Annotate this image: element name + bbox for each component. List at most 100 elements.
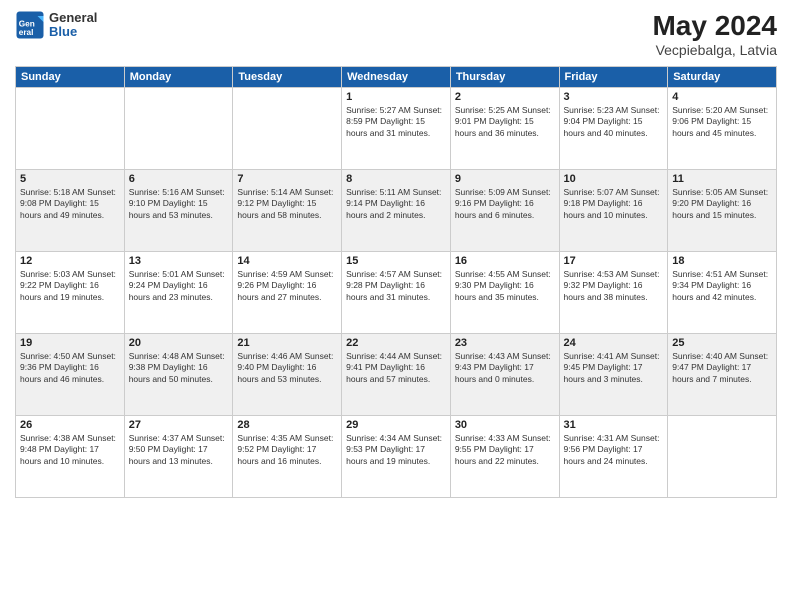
col-saturday: Saturday [668, 67, 777, 88]
day-number: 20 [129, 337, 229, 349]
calendar-cell: 23 Sunrise: 4:43 AM Sunset: 9:43 PM Dayli… [450, 334, 559, 416]
day-number: 16 [455, 255, 555, 267]
calendar-cell: 31 Sunrise: 4:31 AM Sunset: 9:56 PM Dayli… [559, 416, 668, 498]
day-detail: Sunrise: 4:59 AM Sunset: 9:26 PM Dayligh… [237, 269, 337, 303]
day-detail: Sunrise: 4:35 AM Sunset: 9:52 PM Dayligh… [237, 433, 337, 467]
calendar-cell: 11 Sunrise: 5:05 AM Sunset: 9:20 PM Dayli… [668, 170, 777, 252]
day-detail: Sunrise: 5:25 AM Sunset: 9:01 PM Dayligh… [455, 105, 555, 139]
day-detail: Sunrise: 5:18 AM Sunset: 9:08 PM Dayligh… [20, 187, 120, 221]
calendar-cell: 9 Sunrise: 5:09 AM Sunset: 9:16 PM Daylig… [450, 170, 559, 252]
calendar-week-0: 1 Sunrise: 5:27 AM Sunset: 8:59 PM Daylig… [16, 88, 777, 170]
day-number: 31 [564, 419, 664, 431]
title-location: Vecpiebalga, Latvia [652, 42, 777, 58]
day-number: 19 [20, 337, 120, 349]
day-detail: Sunrise: 5:16 AM Sunset: 9:10 PM Dayligh… [129, 187, 229, 221]
calendar-cell: 8 Sunrise: 5:11 AM Sunset: 9:14 PM Daylig… [342, 170, 451, 252]
day-detail: Sunrise: 4:38 AM Sunset: 9:48 PM Dayligh… [20, 433, 120, 467]
calendar-cell: 1 Sunrise: 5:27 AM Sunset: 8:59 PM Daylig… [342, 88, 451, 170]
calendar-cell: 5 Sunrise: 5:18 AM Sunset: 9:08 PM Daylig… [16, 170, 125, 252]
day-detail: Sunrise: 4:43 AM Sunset: 9:43 PM Dayligh… [455, 351, 555, 385]
calendar-cell: 22 Sunrise: 4:44 AM Sunset: 9:41 PM Dayli… [342, 334, 451, 416]
day-detail: Sunrise: 4:53 AM Sunset: 9:32 PM Dayligh… [564, 269, 664, 303]
logo: Gen eral General Blue [15, 10, 97, 40]
day-detail: Sunrise: 5:27 AM Sunset: 8:59 PM Dayligh… [346, 105, 446, 139]
col-wednesday: Wednesday [342, 67, 451, 88]
day-detail: Sunrise: 4:57 AM Sunset: 9:28 PM Dayligh… [346, 269, 446, 303]
day-detail: Sunrise: 5:03 AM Sunset: 9:22 PM Dayligh… [20, 269, 120, 303]
calendar-cell: 30 Sunrise: 4:33 AM Sunset: 9:55 PM Dayli… [450, 416, 559, 498]
day-detail: Sunrise: 4:34 AM Sunset: 9:53 PM Dayligh… [346, 433, 446, 467]
calendar-cell: 26 Sunrise: 4:38 AM Sunset: 9:48 PM Dayli… [16, 416, 125, 498]
day-detail: Sunrise: 5:09 AM Sunset: 9:16 PM Dayligh… [455, 187, 555, 221]
calendar-cell: 20Sunrise: 4:48 AM Sunset: 9:38 PM Dayli… [124, 334, 233, 416]
day-number: 13 [129, 255, 229, 267]
calendar-cell: 19 Sunrise: 4:50 AM Sunset: 9:36 PM Dayli… [16, 334, 125, 416]
day-number: 15 [346, 255, 446, 267]
col-monday: Monday [124, 67, 233, 88]
day-detail: Sunrise: 4:55 AM Sunset: 9:30 PM Dayligh… [455, 269, 555, 303]
calendar-cell [233, 88, 342, 170]
day-detail: Sunrise: 5:14 AM Sunset: 9:12 PM Dayligh… [237, 187, 337, 221]
day-number: 14 [237, 255, 337, 267]
calendar-cell: 4Sunrise: 5:20 AM Sunset: 9:06 PM Daylig… [668, 88, 777, 170]
calendar: Sunday Monday Tuesday Wednesday Thursday… [15, 66, 777, 498]
calendar-cell: 3Sunrise: 5:23 AM Sunset: 9:04 PM Daylig… [559, 88, 668, 170]
day-number: 29 [346, 419, 446, 431]
day-number: 3 [564, 91, 664, 103]
day-number: 12 [20, 255, 120, 267]
calendar-cell [668, 416, 777, 498]
logo-blue: Blue [49, 25, 97, 39]
day-detail: Sunrise: 4:37 AM Sunset: 9:50 PM Dayligh… [129, 433, 229, 467]
svg-text:eral: eral [19, 28, 34, 37]
day-detail: Sunrise: 4:33 AM Sunset: 9:55 PM Dayligh… [455, 433, 555, 467]
day-number: 27 [129, 419, 229, 431]
day-detail: Sunrise: 5:11 AM Sunset: 9:14 PM Dayligh… [346, 187, 446, 221]
day-detail: Sunrise: 5:05 AM Sunset: 9:20 PM Dayligh… [672, 187, 772, 221]
day-detail: Sunrise: 5:01 AM Sunset: 9:24 PM Dayligh… [129, 269, 229, 303]
day-number: 5 [20, 173, 120, 185]
calendar-cell [124, 88, 233, 170]
calendar-cell: 2 Sunrise: 5:25 AM Sunset: 9:01 PM Daylig… [450, 88, 559, 170]
calendar-cell: 14 Sunrise: 4:59 AM Sunset: 9:26 PM Dayli… [233, 252, 342, 334]
page: Gen eral General Blue May 2024 Vecpiebal… [0, 0, 792, 612]
day-number: 22 [346, 337, 446, 349]
day-number: 1 [346, 91, 446, 103]
day-detail: Sunrise: 4:41 AM Sunset: 9:45 PM Dayligh… [564, 351, 664, 385]
day-number: 21 [237, 337, 337, 349]
col-sunday: Sunday [16, 67, 125, 88]
calendar-cell: 17Sunrise: 4:53 AM Sunset: 9:32 PM Dayli… [559, 252, 668, 334]
calendar-cell: 18 Sunrise: 4:51 AM Sunset: 9:34 PM Dayli… [668, 252, 777, 334]
header: Gen eral General Blue May 2024 Vecpiebal… [15, 10, 777, 58]
day-detail: Sunrise: 4:44 AM Sunset: 9:41 PM Dayligh… [346, 351, 446, 385]
calendar-week-1: 5 Sunrise: 5:18 AM Sunset: 9:08 PM Daylig… [16, 170, 777, 252]
day-number: 8 [346, 173, 446, 185]
logo-general: General [49, 11, 97, 25]
day-number: 23 [455, 337, 555, 349]
day-detail: Sunrise: 4:50 AM Sunset: 9:36 PM Dayligh… [20, 351, 120, 385]
col-friday: Friday [559, 67, 668, 88]
day-detail: Sunrise: 4:51 AM Sunset: 9:34 PM Dayligh… [672, 269, 772, 303]
day-number: 2 [455, 91, 555, 103]
col-tuesday: Tuesday [233, 67, 342, 88]
day-detail: Sunrise: 5:20 AM Sunset: 9:06 PM Dayligh… [672, 105, 772, 139]
logo-text: General Blue [49, 11, 97, 40]
calendar-week-2: 12 Sunrise: 5:03 AM Sunset: 9:22 PM Dayli… [16, 252, 777, 334]
calendar-cell: 10Sunrise: 5:07 AM Sunset: 9:18 PM Dayli… [559, 170, 668, 252]
calendar-cell: 25Sunrise: 4:40 AM Sunset: 9:47 PM Dayli… [668, 334, 777, 416]
calendar-cell: 27 Sunrise: 4:37 AM Sunset: 9:50 PM Dayli… [124, 416, 233, 498]
day-number: 11 [672, 173, 772, 185]
day-detail: Sunrise: 4:46 AM Sunset: 9:40 PM Dayligh… [237, 351, 337, 385]
day-number: 26 [20, 419, 120, 431]
calendar-cell: 15 Sunrise: 4:57 AM Sunset: 9:28 PM Dayli… [342, 252, 451, 334]
day-detail: Sunrise: 4:31 AM Sunset: 9:56 PM Dayligh… [564, 433, 664, 467]
calendar-week-3: 19 Sunrise: 4:50 AM Sunset: 9:36 PM Dayli… [16, 334, 777, 416]
header-row: Sunday Monday Tuesday Wednesday Thursday… [16, 67, 777, 88]
calendar-cell [16, 88, 125, 170]
day-number: 30 [455, 419, 555, 431]
day-number: 9 [455, 173, 555, 185]
calendar-week-4: 26 Sunrise: 4:38 AM Sunset: 9:48 PM Dayli… [16, 416, 777, 498]
day-number: 6 [129, 173, 229, 185]
logo-icon: Gen eral [15, 10, 45, 40]
day-number: 18 [672, 255, 772, 267]
day-detail: Sunrise: 5:07 AM Sunset: 9:18 PM Dayligh… [564, 187, 664, 221]
